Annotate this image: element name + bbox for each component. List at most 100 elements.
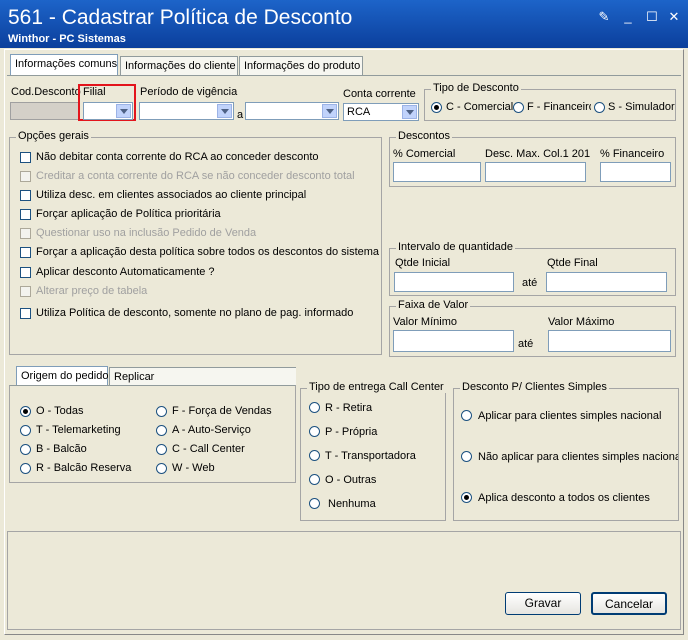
radio-entrega-transportadora[interactable]: [309, 450, 320, 461]
cod-desconto-input[interactable]: [10, 102, 80, 120]
group-title: Intervalo de quantidade: [396, 241, 515, 253]
radio-entrega-propria[interactable]: [309, 426, 320, 437]
checkbox-label: Aplicar desconto Automaticamente ?: [36, 266, 215, 278]
radio-origem-forca-vendas[interactable]: [156, 406, 167, 417]
percent-comercial-input[interactable]: [393, 162, 481, 182]
chevron-down-icon[interactable]: [116, 104, 131, 118]
tab-panel-border: [7, 75, 681, 78]
radio-label: R - Retira: [325, 402, 373, 414]
radio-origem-balcao-reserva[interactable]: [20, 463, 31, 474]
window-title: 561 - Cadastrar Política de Desconto: [8, 6, 353, 29]
qtde-final-label: Qtde Final: [547, 257, 598, 269]
chevron-down-icon[interactable]: [217, 104, 232, 118]
checkbox-opcao-0[interactable]: [20, 152, 31, 163]
desc-max-input[interactable]: [485, 162, 586, 182]
maximize-icon[interactable]: ☐: [645, 10, 659, 24]
valor-maximo-input[interactable]: [548, 330, 671, 352]
periodo-fim-select[interactable]: [245, 102, 339, 120]
radio-origem-auto-servico[interactable]: [156, 425, 167, 436]
radio-label: S - Simulador: [608, 101, 675, 113]
tab-informacoes-comuns[interactable]: Informações comuns: [10, 54, 118, 76]
percent-financeiro-input[interactable]: [600, 162, 671, 182]
cancelar-button[interactable]: Cancelar: [591, 592, 667, 615]
radio-label: W - Web: [172, 462, 215, 474]
percent-comercial-label: % Comercial: [393, 148, 456, 160]
radio-origem-web[interactable]: [156, 463, 167, 474]
checkbox-label: Forçar a aplicação desta política sobre …: [36, 246, 380, 258]
tab-replicar[interactable]: Replicar: [109, 367, 296, 386]
radio-origem-balcao[interactable]: [20, 444, 31, 455]
radio-simulador[interactable]: [594, 102, 605, 113]
radio-entrega-retira[interactable]: [309, 402, 320, 413]
group-title: Desconto P/ Clientes Simples: [460, 381, 609, 393]
chevron-down-icon[interactable]: [322, 104, 337, 118]
checkbox-label: Questionar uso na inclusão Pedido de Ven…: [36, 227, 257, 239]
radio-label: B - Balcão: [36, 443, 87, 455]
radio-label: P - Própria: [325, 426, 378, 438]
radio-label: F - Força de Vendas: [172, 405, 272, 417]
gravar-button[interactable]: Gravar: [505, 592, 581, 615]
periodo-label: Período de vigência: [140, 86, 238, 98]
periodo-inicio-select[interactable]: [139, 102, 234, 120]
tab-informacoes-produto[interactable]: Informações do produto: [239, 56, 363, 76]
radio-origem-telemarketing[interactable]: [20, 425, 31, 436]
filial-select[interactable]: [83, 102, 133, 120]
button-label: Gravar: [524, 596, 562, 610]
radio-financeiro[interactable]: [513, 102, 524, 113]
radio-simples-todos[interactable]: [461, 492, 472, 503]
group-title: Tipo de Desconto: [431, 82, 521, 94]
checkbox-opcao-7[interactable]: [20, 286, 31, 297]
checkbox-label: Não debitar conta corrente do RCA ao con…: [36, 151, 319, 163]
valor-minimo-input[interactable]: [393, 330, 514, 352]
tab-label: Origem do pedido: [21, 370, 109, 382]
chevron-down-icon[interactable]: [402, 105, 417, 119]
tab-label: Replicar: [114, 371, 155, 383]
desc-max-label: Desc. Max. Col.1 201: [485, 148, 591, 160]
checkbox-opcao-1[interactable]: [20, 171, 31, 182]
checkbox-label: Utiliza desc. em clientes associados ao …: [36, 189, 307, 201]
radio-comercial[interactable]: [431, 102, 442, 113]
checkbox-opcao-2[interactable]: [20, 190, 31, 201]
window-subtitle: Winthor - PC Sistemas: [8, 33, 126, 45]
tab-label: Informações do cliente: [125, 60, 236, 72]
radio-label: O - Todas: [36, 405, 84, 417]
radio-simples-aplicar[interactable]: [461, 410, 472, 421]
close-icon[interactable]: ✕: [667, 10, 681, 24]
button-label: Cancelar: [604, 597, 654, 611]
radio-simples-nao-aplicar[interactable]: [461, 451, 472, 462]
checkbox-opcao-3[interactable]: [20, 209, 31, 220]
tab-informacoes-cliente[interactable]: Informações do cliente: [120, 56, 238, 76]
checkbox-label: Utiliza Política de desconto, somente no…: [36, 307, 354, 319]
radio-label: T - Transportadora: [325, 450, 416, 462]
radio-label: Nenhuma: [328, 498, 376, 510]
valor-maximo-label: Valor Máximo: [548, 316, 615, 328]
radio-label: C - Comercial: [446, 101, 514, 113]
filial-label: Filial: [83, 86, 106, 98]
edit-icon[interactable]: ✎: [597, 10, 611, 24]
radio-label: Aplica desconto a todos os clientes: [478, 492, 650, 504]
group-title: Descontos: [396, 130, 452, 142]
radio-origem-todas[interactable]: [20, 406, 31, 417]
radio-label: T - Telemarketing: [36, 424, 121, 436]
conta-corrente-value: RCA: [347, 106, 371, 118]
group-title: Tipo de entrega Call Center: [307, 381, 446, 393]
checkbox-opcao-6[interactable]: [20, 267, 31, 278]
conta-corrente-select[interactable]: RCA: [343, 103, 419, 121]
group-title: Faixa de Valor: [396, 299, 471, 311]
radio-origem-call-center[interactable]: [156, 444, 167, 455]
radio-label: A - Auto-Serviço: [172, 424, 251, 436]
tab-origem-pedido[interactable]: Origem do pedido: [16, 366, 108, 386]
radio-entrega-outras[interactable]: [309, 474, 320, 485]
radio-label: Não aplicar para clientes simples nacion…: [478, 451, 678, 463]
minimize-icon[interactable]: _: [621, 10, 635, 24]
checkbox-opcao-5[interactable]: [20, 247, 31, 258]
checkbox-opcao-8[interactable]: [20, 308, 31, 319]
checkbox-opcao-4[interactable]: [20, 228, 31, 239]
radio-entrega-nenhuma[interactable]: [309, 498, 320, 509]
valor-minimo-label: Valor Mínimo: [393, 316, 457, 328]
title-bar: 561 - Cadastrar Política de Desconto Win…: [0, 0, 688, 48]
button-panel: [7, 531, 681, 630]
qtde-inicial-input[interactable]: [394, 272, 514, 292]
qtde-final-input[interactable]: [546, 272, 667, 292]
conta-corrente-label: Conta corrente: [343, 88, 416, 100]
